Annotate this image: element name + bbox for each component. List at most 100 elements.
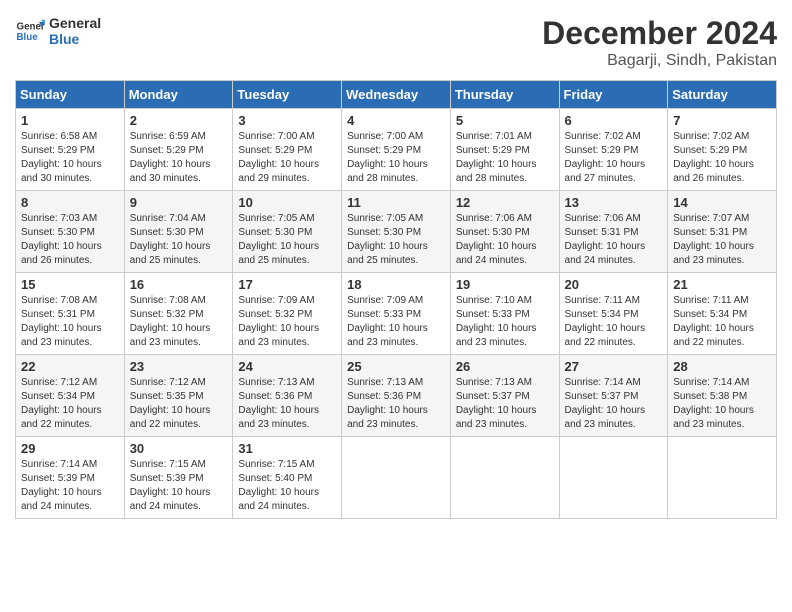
calendar-cell: 17Sunrise: 7:09 AM Sunset: 5:32 PM Dayli… (233, 273, 342, 355)
calendar-cell: 7 Sunrise: 7:02 AM Sunset: 5:29 PM Daylig… (668, 109, 777, 191)
page-header: General Blue General Blue December 2024 … (15, 15, 777, 70)
calendar-cell: 22 Sunrise: 7:12 AM Sunset: 5:34 PM Dayli… (16, 355, 125, 437)
calendar-cell: 12 Sunrise: 7:06 AM Sunset: 5:30 PM Dayli… (450, 191, 559, 273)
calendar-cell: 14Sunrise: 7:07 AM Sunset: 5:31 PM Dayli… (668, 191, 777, 273)
calendar-cell: 15 Sunrise: 7:08 AM Sunset: 5:31 PM Dayli… (16, 273, 125, 355)
calendar-cell: 8 Sunrise: 7:03 AM Sunset: 5:30 PM Daylig… (16, 191, 125, 273)
logo-blue: Blue (49, 31, 101, 47)
day-info: Sunrise: 7:06 AM Sunset: 5:31 PM Dayligh… (565, 212, 663, 268)
day-number: 22 (21, 359, 119, 374)
day-number: 30 (130, 441, 228, 456)
day-number: 9 (130, 195, 228, 210)
calendar-cell: 24Sunrise: 7:13 AM Sunset: 5:36 PM Dayli… (233, 355, 342, 437)
day-info: Sunrise: 7:05 AM Sunset: 5:30 PM Dayligh… (347, 212, 445, 268)
day-info: Sunrise: 7:08 AM Sunset: 5:32 PM Dayligh… (130, 294, 228, 350)
calendar-cell: 5Sunrise: 7:01 AM Sunset: 5:29 PM Daylig… (450, 109, 559, 191)
weekday-header-friday: Friday (559, 81, 668, 109)
calendar-cell: 16 Sunrise: 7:08 AM Sunset: 5:32 PM Dayli… (124, 273, 233, 355)
logo: General Blue General Blue (15, 15, 101, 47)
week-row-2: 8 Sunrise: 7:03 AM Sunset: 5:30 PM Daylig… (16, 191, 777, 273)
day-number: 23 (130, 359, 228, 374)
calendar-cell: 29Sunrise: 7:14 AM Sunset: 5:39 PM Dayli… (16, 437, 125, 519)
weekday-header-wednesday: Wednesday (342, 81, 451, 109)
week-row-5: 29Sunrise: 7:14 AM Sunset: 5:39 PM Dayli… (16, 437, 777, 519)
day-info: Sunrise: 7:13 AM Sunset: 5:36 PM Dayligh… (238, 376, 336, 432)
day-info: Sunrise: 7:06 AM Sunset: 5:30 PM Dayligh… (456, 212, 554, 268)
day-info: Sunrise: 7:02 AM Sunset: 5:29 PM Dayligh… (565, 130, 663, 186)
day-info: Sunrise: 7:11 AM Sunset: 5:34 PM Dayligh… (673, 294, 771, 350)
day-number: 8 (21, 195, 119, 210)
calendar-cell: 27Sunrise: 7:14 AM Sunset: 5:37 PM Dayli… (559, 355, 668, 437)
weekday-header-tuesday: Tuesday (233, 81, 342, 109)
day-info: Sunrise: 7:11 AM Sunset: 5:34 PM Dayligh… (565, 294, 663, 350)
calendar-cell: 19 Sunrise: 7:10 AM Sunset: 5:33 PM Dayli… (450, 273, 559, 355)
logo-general: General (49, 15, 101, 31)
day-number: 15 (21, 277, 119, 292)
day-number: 19 (456, 277, 554, 292)
header-row: SundayMondayTuesdayWednesdayThursdayFrid… (16, 81, 777, 109)
day-info: Sunrise: 7:00 AM Sunset: 5:29 PM Dayligh… (347, 130, 445, 186)
calendar-cell: 13 Sunrise: 7:06 AM Sunset: 5:31 PM Dayli… (559, 191, 668, 273)
calendar-cell: 4 Sunrise: 7:00 AM Sunset: 5:29 PM Daylig… (342, 109, 451, 191)
day-info: Sunrise: 7:10 AM Sunset: 5:33 PM Dayligh… (456, 294, 554, 350)
logo-icon: General Blue (15, 16, 45, 46)
day-number: 28 (673, 359, 771, 374)
day-number: 2 (130, 113, 228, 128)
day-number: 31 (238, 441, 336, 456)
day-number: 18 (347, 277, 445, 292)
day-info: Sunrise: 6:58 AM Sunset: 5:29 PM Dayligh… (21, 130, 119, 186)
day-info: Sunrise: 7:02 AM Sunset: 5:29 PM Dayligh… (673, 130, 771, 186)
day-info: Sunrise: 7:15 AM Sunset: 5:39 PM Dayligh… (130, 458, 228, 514)
calendar-cell: 3 Sunrise: 7:00 AM Sunset: 5:29 PM Daylig… (233, 109, 342, 191)
day-number: 4 (347, 113, 445, 128)
day-number: 5 (456, 113, 554, 128)
day-number: 10 (238, 195, 336, 210)
day-info: Sunrise: 7:13 AM Sunset: 5:36 PM Dayligh… (347, 376, 445, 432)
calendar-cell (342, 437, 451, 519)
day-number: 13 (565, 195, 663, 210)
day-info: Sunrise: 7:12 AM Sunset: 5:34 PM Dayligh… (21, 376, 119, 432)
day-info: Sunrise: 6:59 AM Sunset: 5:29 PM Dayligh… (130, 130, 228, 186)
weekday-header-saturday: Saturday (668, 81, 777, 109)
day-info: Sunrise: 7:08 AM Sunset: 5:31 PM Dayligh… (21, 294, 119, 350)
day-number: 16 (130, 277, 228, 292)
calendar-cell: 31 Sunrise: 7:15 AM Sunset: 5:40 PM Dayli… (233, 437, 342, 519)
calendar-cell: 10 Sunrise: 7:05 AM Sunset: 5:30 PM Dayli… (233, 191, 342, 273)
calendar-cell: 30 Sunrise: 7:15 AM Sunset: 5:39 PM Dayli… (124, 437, 233, 519)
month-year-title: December 2024 (542, 15, 777, 52)
day-number: 12 (456, 195, 554, 210)
day-number: 25 (347, 359, 445, 374)
day-info: Sunrise: 7:03 AM Sunset: 5:30 PM Dayligh… (21, 212, 119, 268)
weekday-header-monday: Monday (124, 81, 233, 109)
calendar-cell (450, 437, 559, 519)
calendar-cell: 11 Sunrise: 7:05 AM Sunset: 5:30 PM Dayli… (342, 191, 451, 273)
weekday-header-thursday: Thursday (450, 81, 559, 109)
day-info: Sunrise: 7:15 AM Sunset: 5:40 PM Dayligh… (238, 458, 336, 514)
day-info: Sunrise: 7:14 AM Sunset: 5:38 PM Dayligh… (673, 376, 771, 432)
day-number: 6 (565, 113, 663, 128)
calendar-table: SundayMondayTuesdayWednesdayThursdayFrid… (15, 80, 777, 519)
svg-text:Blue: Blue (17, 32, 39, 43)
calendar-cell: 26 Sunrise: 7:13 AM Sunset: 5:37 PM Dayli… (450, 355, 559, 437)
day-number: 26 (456, 359, 554, 374)
calendar-cell: 28 Sunrise: 7:14 AM Sunset: 5:38 PM Dayli… (668, 355, 777, 437)
calendar-cell: 1 Sunrise: 6:58 AM Sunset: 5:29 PM Daylig… (16, 109, 125, 191)
title-block: December 2024 Bagarji, Sindh, Pakistan (542, 15, 777, 70)
calendar-cell: 9Sunrise: 7:04 AM Sunset: 5:30 PM Daylig… (124, 191, 233, 273)
day-info: Sunrise: 7:05 AM Sunset: 5:30 PM Dayligh… (238, 212, 336, 268)
weekday-header-sunday: Sunday (16, 81, 125, 109)
day-number: 14 (673, 195, 771, 210)
day-number: 3 (238, 113, 336, 128)
day-number: 11 (347, 195, 445, 210)
day-info: Sunrise: 7:13 AM Sunset: 5:37 PM Dayligh… (456, 376, 554, 432)
calendar-cell (559, 437, 668, 519)
day-info: Sunrise: 7:00 AM Sunset: 5:29 PM Dayligh… (238, 130, 336, 186)
calendar-cell: 2 Sunrise: 6:59 AM Sunset: 5:29 PM Daylig… (124, 109, 233, 191)
day-number: 7 (673, 113, 771, 128)
day-info: Sunrise: 7:09 AM Sunset: 5:32 PM Dayligh… (238, 294, 336, 350)
day-number: 1 (21, 113, 119, 128)
calendar-cell: 23Sunrise: 7:12 AM Sunset: 5:35 PM Dayli… (124, 355, 233, 437)
day-number: 29 (21, 441, 119, 456)
day-number: 27 (565, 359, 663, 374)
day-number: 21 (673, 277, 771, 292)
